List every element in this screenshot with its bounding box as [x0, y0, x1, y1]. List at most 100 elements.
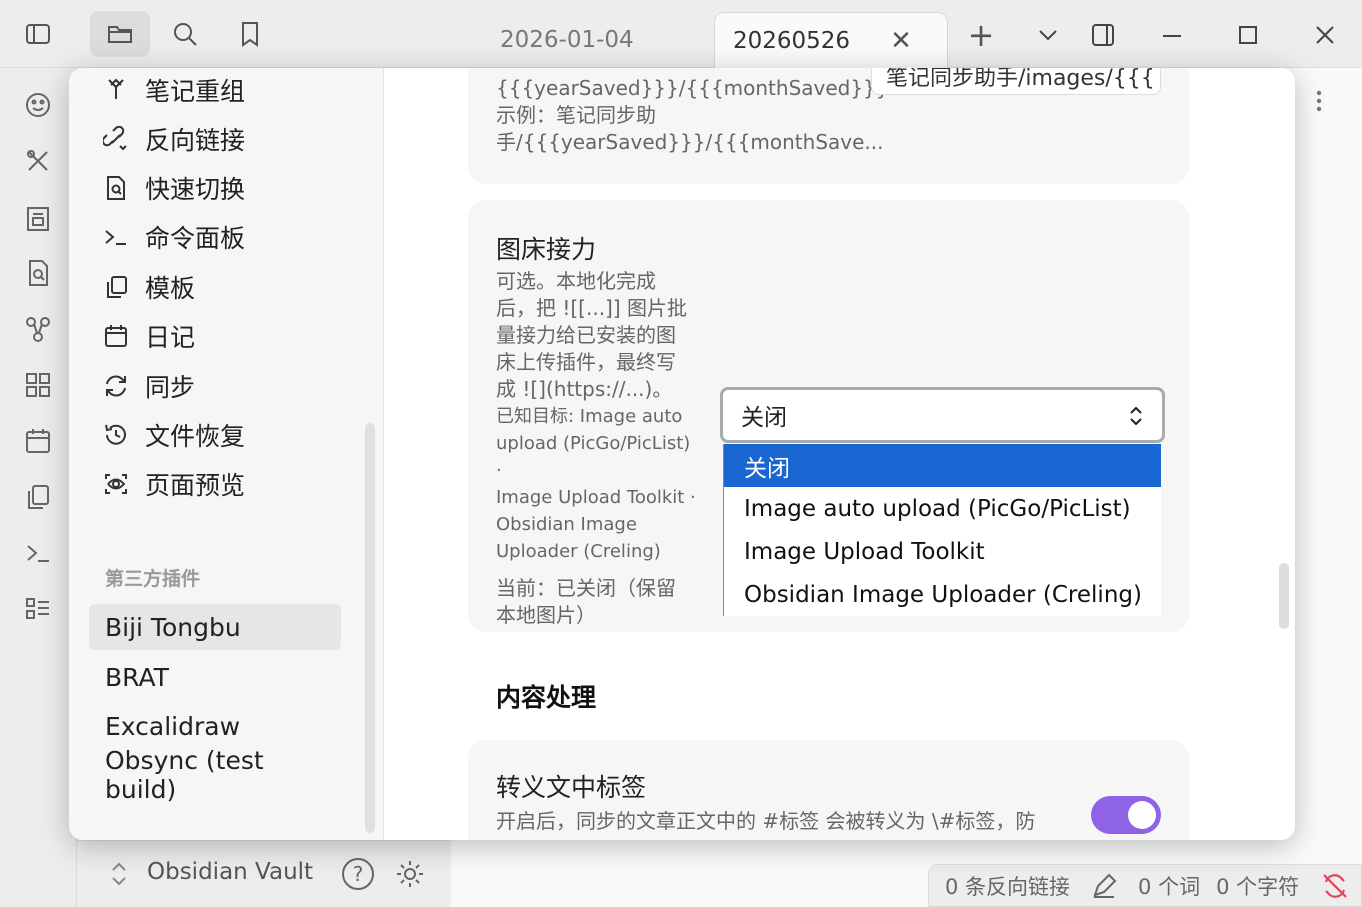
tab-2026-01-04[interactable]: 2026-01-04 [482, 12, 652, 68]
nav-item-command-palette[interactable]: 命令面板 [103, 217, 245, 257]
minimize-icon [1163, 35, 1181, 37]
list-icon [26, 598, 49, 619]
nav-item-daily-notes[interactable]: 日记 [103, 316, 195, 356]
desc-line: 量接力给已安装的图 [496, 323, 676, 347]
nav-plugin-biji-tongbu[interactable]: Biji Tongbu [89, 604, 341, 650]
nav-item-label: 文件恢复 [145, 422, 246, 451]
ribbon-smiley[interactable] [23, 90, 53, 120]
search-button[interactable] [155, 11, 215, 57]
nav-plugin-label: Biji Tongbu [105, 612, 241, 642]
sidebar-right-icon [1092, 24, 1114, 46]
window-close-button[interactable] [1305, 18, 1345, 52]
nav-item-label: 命令面板 [145, 224, 246, 253]
nav-plugin-label: Obsync (test build) [105, 746, 264, 804]
nav-item-label: 快速切换 [145, 175, 246, 204]
nav-item-quick-switcher[interactable]: 快速切换 [103, 168, 245, 208]
calendar-icon [105, 325, 127, 347]
ribbon-templates[interactable] [23, 482, 53, 512]
word-count: 0 个词 [1138, 874, 1201, 899]
tab-label: 2026-01-04 [500, 27, 634, 53]
gear-icon[interactable] [393, 857, 427, 891]
desc-line: 手/{{{yearSaved}}}/{{{monthSave... [496, 130, 884, 154]
section-heading-content-processing: 内容处理 [496, 683, 597, 712]
third-party-plugins-heading: 第三方插件 [105, 568, 201, 590]
maximize-button[interactable] [1228, 18, 1268, 52]
dropdown-option-creling[interactable]: Obsidian Image Uploader (Creling) [724, 573, 1161, 616]
dropdown-option-off[interactable]: 关闭 [724, 444, 1161, 487]
tab-20260526[interactable]: 20260526 ✕ [714, 12, 948, 68]
setting-title: 转义文中标签 [496, 773, 647, 802]
desc-line: 当前：已关闭（保留 [496, 576, 676, 600]
nav-plugin-excalidraw[interactable]: Excalidraw [89, 703, 341, 749]
bookmarks-button[interactable] [220, 11, 280, 57]
vault-switcher[interactable]: Obsidian Vault [147, 859, 313, 885]
refresh-icon [106, 375, 126, 397]
settings-content: {{{yearSaved}}}/{{{monthSaved}}}... 示例：笔… [384, 68, 1295, 840]
help-icon[interactable]: ? [342, 858, 374, 890]
nav-item-label: 同步 [145, 373, 196, 402]
new-tab-button[interactable]: + [961, 16, 1001, 54]
ribbon-tools[interactable] [23, 146, 53, 176]
sidebar-footer: Obsidian Vault ? [77, 840, 451, 907]
image-path-input[interactable]: 笔记同步助手/images/{{{ [871, 68, 1161, 95]
pencil-icon[interactable] [1090, 872, 1118, 900]
minimize-button[interactable] [1152, 18, 1192, 52]
ribbon-file-search[interactable] [23, 258, 53, 288]
ribbon [0, 68, 77, 907]
graph-icon [26, 317, 50, 342]
setting-card-escape-tags: 转义文中标签 开启后，同步的文章正文中的 #标签 会被转义为 \#标签，防 [468, 740, 1189, 840]
desc-line: upload (PicGo/PicList) · [496, 433, 691, 481]
nav-item-note-composer[interactable]: 笔记重组 [103, 70, 245, 110]
ribbon-canvas[interactable] [23, 370, 53, 400]
nav-item-label: 模板 [145, 274, 196, 303]
setting-description: 开启后，同步的文章正文中的 #标签 会被转义为 \#标签，防 [496, 809, 1036, 833]
nav-item-templates[interactable]: 模板 [103, 267, 195, 307]
nav-plugin-brat[interactable]: BRAT [89, 654, 341, 700]
content-scrollbar[interactable] [1279, 563, 1289, 629]
backlink-count[interactable]: 0 条反向链接 [945, 871, 1070, 901]
merge-icon [108, 78, 124, 99]
image-relay-select[interactable]: 关闭 [720, 387, 1165, 443]
more-options-icon[interactable] [1306, 88, 1332, 114]
ribbon-command-palette[interactable] [23, 538, 53, 568]
sync-error-icon[interactable] [1321, 872, 1349, 900]
desc-line: Obsidian Image [496, 514, 637, 535]
desc-line: 床上传插件，最终写 [496, 350, 676, 374]
nav-item-sync[interactable]: 同步 [103, 366, 195, 406]
tab-close-icon[interactable]: ✕ [890, 26, 912, 56]
layout-grid-icon [26, 373, 50, 397]
title-bar: 2026-01-04 20260526 ✕ + [0, 0, 1362, 68]
dropdown-option-picgo[interactable]: Image auto upload (PicGo/PicList) [724, 487, 1161, 530]
nav-item-label: 日记 [145, 323, 196, 352]
desc-line: {{{yearSaved}}}/{{{monthSaved}}}... [496, 76, 908, 100]
tools-icon [27, 150, 48, 171]
nav-plugin-obsync[interactable]: Obsync (test build) [89, 746, 341, 804]
toggle-knob [1128, 801, 1156, 829]
select-value: 关闭 [741, 405, 787, 431]
ribbon-outline[interactable] [23, 594, 53, 624]
desc-line: Uploader (Creling) [496, 541, 661, 562]
ribbon-daily-note[interactable] [23, 426, 53, 456]
toggle-right-sidebar-button[interactable] [1083, 18, 1123, 52]
dropdown-option-upload-toolkit[interactable]: Image Upload Toolkit [724, 530, 1161, 573]
backlink-icon [103, 126, 127, 151]
plus-icon: + [967, 16, 995, 54]
nav-item-file-recovery[interactable]: 文件恢复 [103, 415, 245, 455]
folder-icon [108, 26, 132, 43]
nav-item-backlinks[interactable]: 反向链接 [103, 119, 245, 159]
escape-tags-toggle[interactable] [1091, 796, 1161, 834]
terminal-icon [27, 545, 49, 562]
status-bar: 0 条反向链接 0 个词 0 个字符 [928, 864, 1362, 907]
setting-description: {{{yearSaved}}}/{{{monthSaved}}}... 示例：笔… [496, 75, 908, 156]
ribbon-graph[interactable] [23, 314, 53, 344]
tab-list-button[interactable] [1028, 18, 1068, 52]
nav-item-page-preview[interactable]: 页面预览 [103, 464, 245, 504]
sidebar-left-icon [26, 24, 50, 44]
ribbon-sync-char[interactable] [23, 204, 53, 234]
chevron-updown-icon[interactable] [107, 859, 131, 889]
tong-icon [27, 207, 49, 231]
nav-scrollbar[interactable] [365, 423, 375, 833]
file-explorer-button[interactable] [90, 11, 150, 57]
calendar-icon [26, 429, 50, 453]
toggle-left-sidebar-button[interactable] [8, 11, 68, 57]
